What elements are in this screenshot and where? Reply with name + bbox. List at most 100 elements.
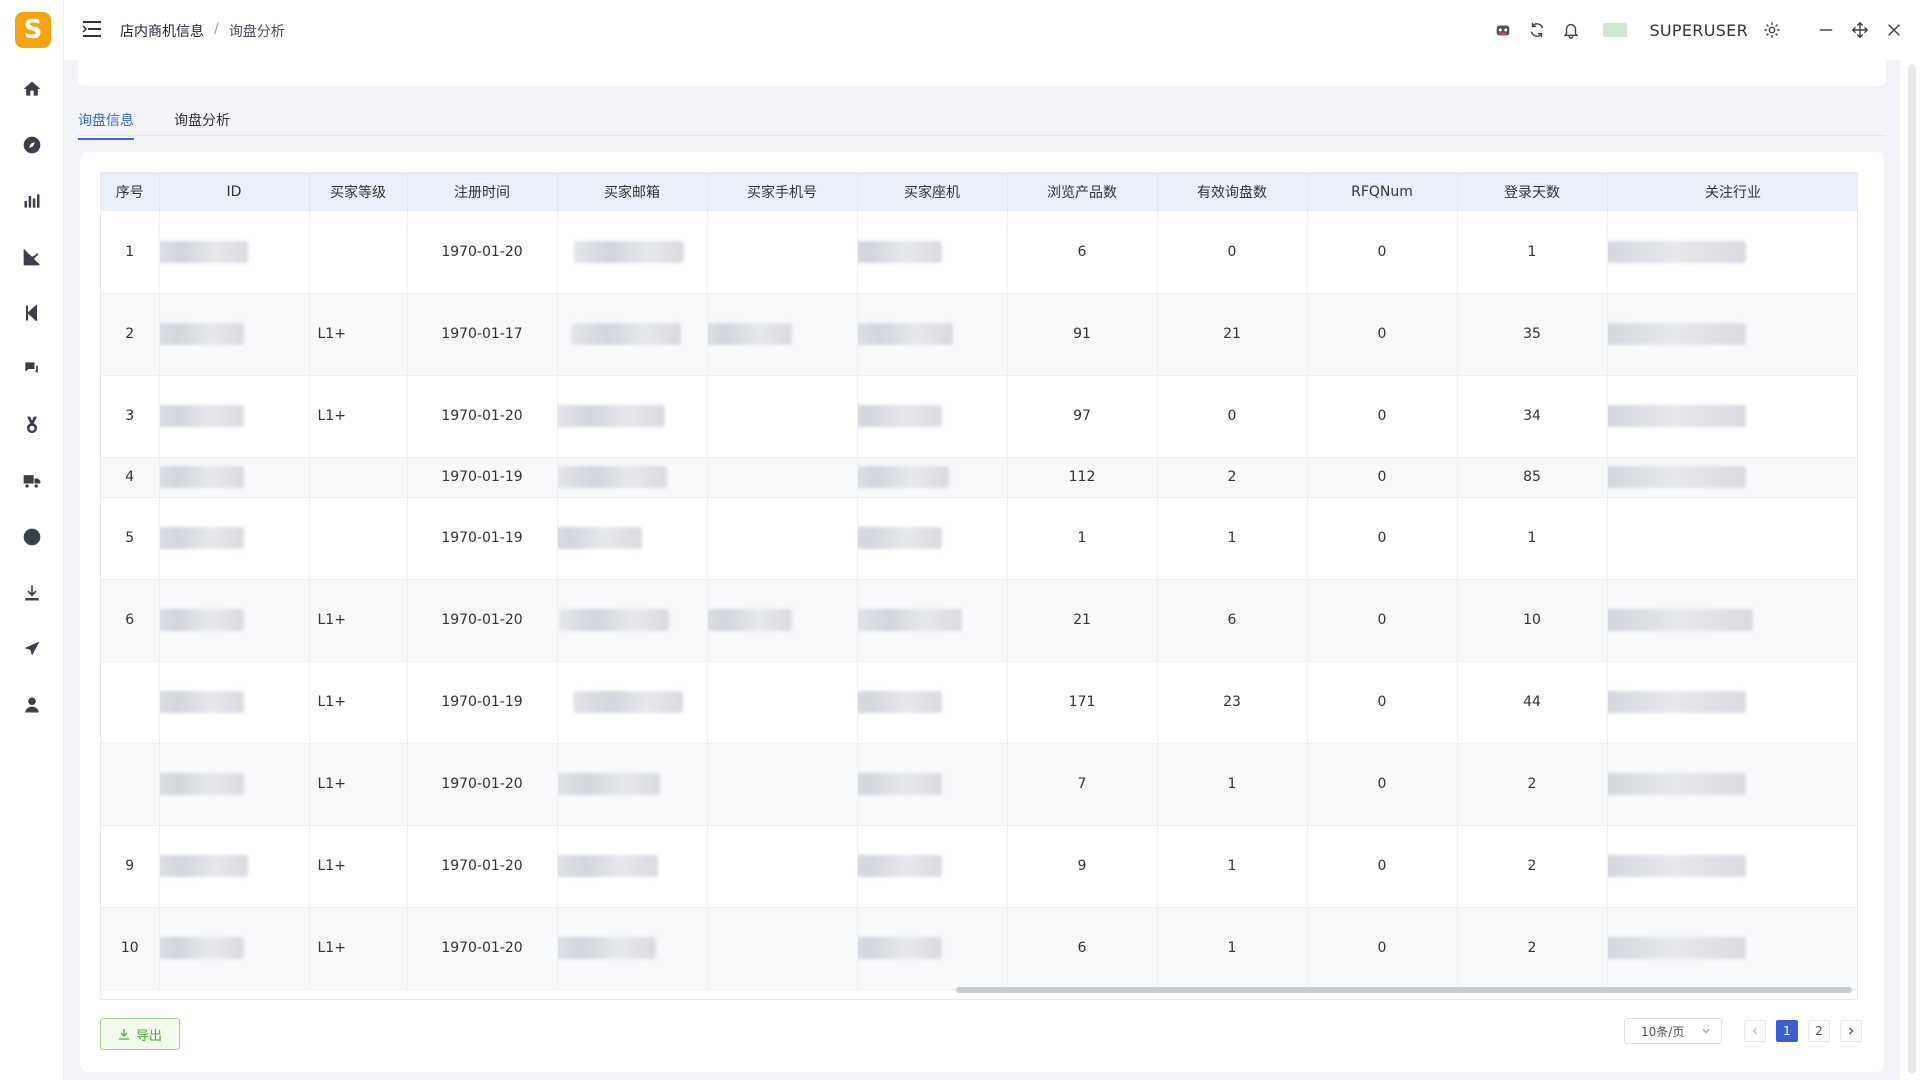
app-logo[interactable]: S [15, 12, 51, 48]
cell-mobile [707, 457, 858, 498]
send-icon[interactable] [19, 636, 45, 662]
redacted-mask [857, 527, 942, 549]
export-button[interactable]: 导出 [100, 1018, 180, 1050]
vertical-scrollbar[interactable] [1908, 64, 1916, 1074]
compass-icon[interactable] [19, 132, 45, 158]
minimize-icon[interactable] [1816, 20, 1836, 40]
cell-days-text: 2 [1527, 776, 1537, 792]
cell-industry [1607, 497, 1857, 580]
cell-level-text: L1+ [317, 940, 346, 956]
cell-phone [857, 375, 1008, 458]
redacted-mask [1607, 691, 1746, 713]
redacted-mask [571, 323, 682, 345]
pagination: 10条/页 1 2 [1624, 1018, 1862, 1044]
home-icon[interactable] [19, 76, 45, 102]
table-row[interactable]: 6 L1+ 1970-01-20 an…34(135… 21 6 0 10 L [101, 579, 1857, 662]
medal-icon[interactable] [19, 412, 45, 438]
cell-no: 4 [101, 457, 160, 498]
cell-views-text: 6 [1077, 243, 1087, 260]
cell-views-text: 7 [1077, 776, 1087, 792]
table-row[interactable]: 3 L1+ 1970-01-20 y…n… 97 0 0 34 [101, 375, 1857, 458]
table-row[interactable]: 4 1970-01-19 …t…co … 112 2 0 85 [101, 457, 1857, 498]
refresh-icon[interactable] [1527, 20, 1547, 40]
cell-valid-text: 23 [1223, 694, 1241, 710]
cell-rfq-text: 0 [1377, 940, 1387, 956]
table-row[interactable]: L1+ 1970-01-20 j…tlo 7 1 0 2 [101, 743, 1857, 826]
cell-level-text: L1+ [317, 408, 346, 424]
cell-rfq-text: 0 [1377, 326, 1387, 342]
horizontal-scrollbar[interactable] [956, 987, 1852, 993]
cell-views: 9 [1007, 825, 1158, 908]
cell-no: 3 [101, 375, 160, 458]
cell-id [159, 579, 310, 662]
cell-views: 97 [1007, 375, 1158, 458]
redacted-mask [557, 937, 656, 959]
next-page-button[interactable] [1840, 1020, 1862, 1042]
top-header: 店内商机信息 / 询盘分析 SUPERUSER [64, 0, 1920, 60]
cell-mobile [707, 375, 858, 458]
breadcrumb-parent[interactable]: 店内商机信息 [120, 21, 204, 41]
cell-rfq-text: 0 [1377, 530, 1387, 546]
cell-no: 10 [101, 907, 160, 990]
chevron-down-icon [1702, 1029, 1710, 1034]
page-size-select[interactable]: 10条/页 [1624, 1018, 1722, 1044]
move-icon[interactable] [1850, 20, 1870, 40]
download-icon[interactable] [19, 580, 45, 606]
cell-valid: 6 [1157, 579, 1308, 662]
redacted-mask [857, 855, 942, 877]
table-row[interactable]: 10L1+1970-01-20d….6102 [101, 907, 1857, 990]
cell-views-text: 1 [1077, 530, 1087, 546]
cell-reg-text: 1970-01-20 [441, 776, 523, 792]
truck-icon[interactable] [19, 468, 45, 494]
cell-rfq-text: 0 [1377, 469, 1387, 485]
page-2-button[interactable]: 2 [1808, 1020, 1830, 1042]
cell-mobile [707, 293, 858, 376]
cell-level: L1+ [309, 825, 408, 908]
cell-no-text: 5 [125, 530, 135, 546]
avatar[interactable] [1595, 20, 1635, 40]
dashboard-icon[interactable] [19, 188, 45, 214]
sidebar: S [0, 0, 64, 1080]
username[interactable]: SUPERUSER [1649, 21, 1748, 40]
settings-gear-icon[interactable] [1762, 20, 1782, 40]
cell-level: L1+ [309, 375, 408, 458]
cell-views: 7 [1007, 743, 1158, 826]
cell-days: 35 [1457, 293, 1608, 376]
globe-icon[interactable] [19, 524, 45, 550]
logo-letter: S [23, 15, 43, 45]
table-row[interactable]: L1+ 1970-01-19 r…tos…m… 171 23 0 44 [101, 661, 1857, 744]
page-1-button[interactable]: 1 [1776, 1020, 1798, 1042]
menu-toggle-icon[interactable] [82, 20, 104, 40]
table-row[interactable]: 9 2 L1+ 1970-01-20 op… 9 1 0 2 [101, 825, 1857, 908]
cell-reg: 1970-01-20 [407, 211, 558, 294]
table-row[interactable]: 2 L1+ 1970-01-17 n…sanao… …1 91 21 0 35 [101, 293, 1857, 376]
inquiry-table[interactable]: 序号 ID 买家等级 注册时间 买家邮箱 买家手机号 买家座机 浏览产品数 有效… [100, 172, 1858, 1000]
cell-level: L1+ [309, 907, 408, 990]
table-header-row: 序号 ID 买家等级 注册时间 买家邮箱 买家手机号 买家座机 浏览产品数 有效… [101, 173, 1857, 211]
chevron-right-icon [1849, 1027, 1854, 1035]
k-icon[interactable] [19, 300, 45, 326]
export-label: 导出 [135, 1028, 162, 1044]
cell-valid-text: 1 [1227, 858, 1237, 874]
prev-page-button[interactable] [1744, 1020, 1766, 1042]
cell-views-text: 171 [1068, 694, 1096, 710]
cell-days: 44 [1457, 661, 1608, 744]
cell-mobile [707, 211, 858, 294]
line-chart-icon[interactable] [19, 244, 45, 270]
cell-days: 85 [1457, 457, 1608, 498]
mascot-icon[interactable] [1493, 20, 1513, 40]
bell-icon[interactable] [1561, 20, 1581, 40]
cell-level: L1+ [309, 661, 408, 744]
cell-reg-text: 1970-01-17 [441, 326, 523, 342]
cell-views-text: 21 [1073, 612, 1091, 628]
chat-icon[interactable] [19, 356, 45, 382]
col-header-level: 买家等级 [309, 173, 408, 211]
cell-id: 5 [159, 211, 310, 294]
table-row[interactable]: 1 5 1970-01-20 colou…09… 6 0 0 1 [101, 211, 1857, 294]
cell-industry [1607, 211, 1857, 294]
cell-mobile [707, 907, 858, 990]
cell-valid: 0 [1157, 375, 1308, 458]
user-icon[interactable] [19, 692, 45, 718]
close-icon[interactable] [1884, 20, 1904, 40]
table-row[interactable]: 5 1970-01-19 1 1 0 1 [101, 497, 1857, 580]
